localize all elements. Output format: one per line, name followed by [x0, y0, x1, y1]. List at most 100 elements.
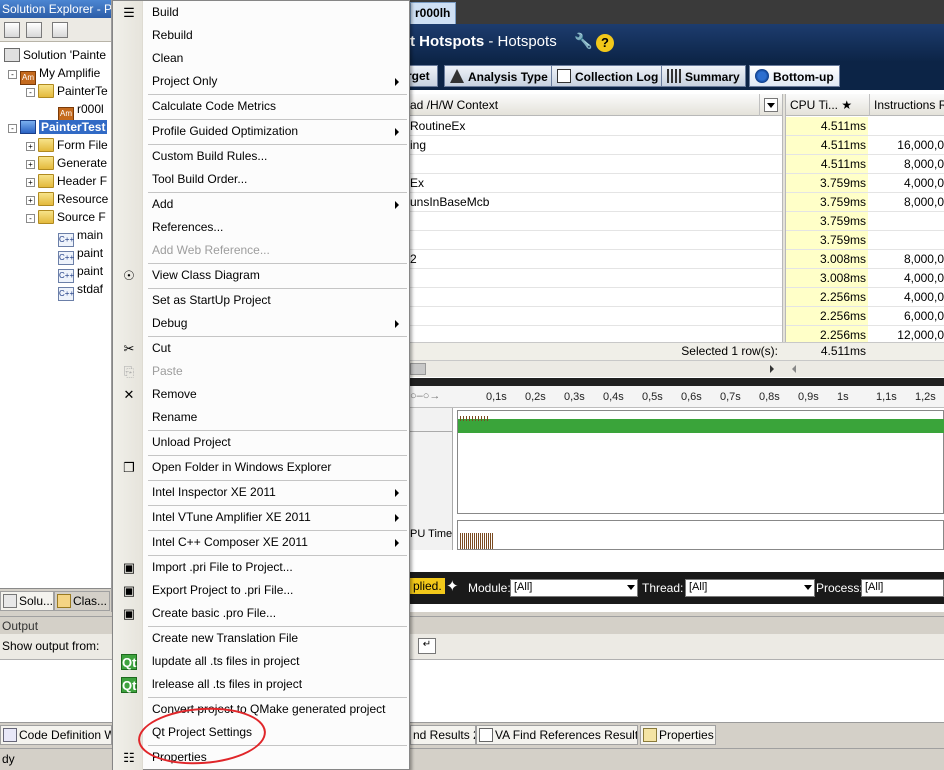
tree-item[interactable]: + Form File	[26, 136, 108, 154]
menu-item-import-pri-file-to-project[interactable]: ▣ Import .pri File to Project...	[113, 556, 409, 579]
grid-row[interactable]: 3.759ms	[410, 231, 944, 250]
tab-class-view[interactable]: Clas...	[54, 591, 110, 611]
tree-item[interactable]: C++ paint	[58, 244, 103, 265]
menu-item-build[interactable]: ☰ Build	[113, 1, 409, 24]
expand-icon[interactable]: +	[26, 160, 35, 169]
column-header-instructions[interactable]: Instructions R	[870, 94, 944, 116]
menu-item-export-project-to-pri-file[interactable]: ▣ Export Project to .pri File...	[113, 579, 409, 602]
grid-row[interactable]: 2.256ms 4,000,0	[410, 288, 944, 307]
expand-icon[interactable]: +	[26, 196, 35, 205]
tree-item[interactable]: - Am My Amplifie	[8, 64, 100, 85]
scrollbar-thumb[interactable]	[410, 363, 426, 375]
chevron-down-icon	[804, 585, 812, 590]
tree-item[interactable]: C++ paint	[58, 262, 103, 283]
tree-item[interactable]: Solution 'Painte	[4, 46, 106, 64]
collection-log-button[interactable]: Collection Log	[551, 65, 665, 87]
menu-item-references[interactable]: References...	[113, 216, 409, 239]
grid-row[interactable]: ing 4.511ms 16,000,0	[410, 136, 944, 155]
menu-item-create-basic-pro-file[interactable]: ▣ Create basic .pro File...	[113, 602, 409, 625]
zoom-controls-icon[interactable]: ○–○→	[410, 390, 440, 402]
menu-item-view-class-diagram[interactable]: ☉ View Class Diagram	[113, 264, 409, 287]
timeline-tick-label: 0,4s	[603, 391, 624, 403]
menu-item-label: Intel Inspector XE 2011	[152, 485, 276, 499]
menu-item-rebuild[interactable]: Rebuild	[113, 24, 409, 47]
grid-horizontal-scrollbar[interactable]	[410, 360, 944, 377]
menu-item-cut[interactable]: ✂ Cut	[113, 337, 409, 360]
folder-icon	[38, 210, 54, 224]
help-icon[interactable]: ?	[596, 34, 614, 52]
menu-item-add[interactable]: Add	[113, 193, 409, 216]
menu-item-set-as-startup-project[interactable]: Set as StartUp Project	[113, 289, 409, 312]
column-header-context[interactable]: ad /H/W Context	[410, 94, 760, 116]
tree-item-label: Header F	[57, 174, 108, 188]
tree-item[interactable]: Am r000l	[58, 100, 104, 121]
tree-item[interactable]: + Generate	[26, 154, 107, 172]
menu-item-clean[interactable]: Clean	[113, 47, 409, 70]
tree-item[interactable]: C++ stdaf	[58, 280, 103, 301]
wrench-icon[interactable]: 🔧	[574, 33, 593, 51]
scroll-left-arrow-icon[interactable]	[792, 365, 796, 373]
tree-item[interactable]: + Header F	[26, 172, 107, 190]
collapse-icon[interactable]: -	[8, 70, 17, 79]
filter-icon[interactable]: ✦	[446, 577, 459, 595]
grid-row[interactable]: unsInBaseMcb 3.759ms 8,000,0	[410, 193, 944, 212]
class-diagram-toolbar-icon[interactable]	[52, 22, 68, 38]
tab-code-definition[interactable]: Code Definition W	[0, 725, 112, 745]
folder-icon	[38, 138, 54, 152]
tree-item[interactable]: - PainterTest	[8, 118, 108, 136]
menu-item-rename[interactable]: Rename	[113, 406, 409, 429]
tree-item[interactable]: - PainterTe	[26, 82, 108, 100]
tree-item[interactable]: - Source F	[26, 208, 106, 226]
column-header-cpu-time[interactable]: CPU Ti... ★	[786, 94, 870, 116]
menu-item-project-only[interactable]: Project Only	[113, 70, 409, 93]
collapse-icon[interactable]: -	[26, 88, 35, 97]
menu-item-intel-c-composer-xe-2011[interactable]: Intel C++ Composer XE 2011	[113, 531, 409, 554]
collapse-icon[interactable]: -	[8, 124, 17, 133]
menu-item-open-folder-in-windows-explorer[interactable]: ❐ Open Folder in Windows Explorer	[113, 456, 409, 479]
tab-va-find-references[interactable]: VA Find References Results	[476, 725, 638, 745]
grid-row[interactable]: 3.759ms	[410, 212, 944, 231]
column-chooser-button[interactable]	[760, 94, 782, 116]
collapse-icon[interactable]: -	[26, 214, 35, 223]
scroll-right-arrow-icon[interactable]	[770, 365, 774, 373]
menu-item-calculate-code-metrics[interactable]: Calculate Code Metrics	[113, 95, 409, 118]
menu-item-lrelease-all-ts-files-in-project[interactable]: Qt lrelease all .ts files in project	[113, 673, 409, 696]
bottom-up-button[interactable]: Bottom-up	[749, 65, 840, 87]
module-select[interactable]: [All]	[510, 579, 638, 597]
menu-item-debug[interactable]: Debug	[113, 312, 409, 335]
grid-row[interactable]: 3.008ms 4,000,0	[410, 269, 944, 288]
grid-row[interactable]: 2 3.008ms 8,000,0	[410, 250, 944, 269]
grid-row[interactable]: RoutineEx 4.511ms	[410, 117, 944, 136]
process-select[interactable]: [All]	[861, 579, 944, 597]
target-button[interactable]: rget	[410, 65, 438, 87]
tree-item[interactable]: + Resource	[26, 190, 108, 208]
menu-item-profile-guided-optimization[interactable]: Profile Guided Optimization	[113, 120, 409, 143]
tab-properties[interactable]: Properties	[640, 725, 716, 745]
tree-item[interactable]: C++ main	[58, 226, 103, 247]
menu-item-custom-build-rules[interactable]: Custom Build Rules...	[113, 145, 409, 168]
properties-toolbar-icon[interactable]	[4, 22, 20, 38]
grid-row[interactable]: 2.256ms 6,000,0	[410, 307, 944, 326]
analysis-type-button[interactable]: Analysis Type	[444, 65, 554, 87]
menu-item-remove[interactable]: ✕ Remove	[113, 383, 409, 406]
menu-item-intel-vtune-amplifier-xe-2011[interactable]: Intel VTune Amplifier XE 2011	[113, 506, 409, 529]
menu-item-unload-project[interactable]: Unload Project	[113, 431, 409, 454]
expand-icon[interactable]: +	[26, 142, 35, 151]
thread-lane[interactable]	[457, 410, 944, 514]
menu-item-tool-build-order[interactable]: Tool Build Order...	[113, 168, 409, 191]
tab-find-results-2[interactable]: nd Results 2	[410, 725, 476, 745]
menu-item-intel-inspector-xe-2011[interactable]: Intel Inspector XE 2011	[113, 481, 409, 504]
word-wrap-icon[interactable]: ↵	[418, 638, 436, 654]
expand-icon[interactable]: +	[26, 178, 35, 187]
tab-solution-explorer[interactable]: Solu...	[0, 591, 54, 611]
grid-row[interactable]: 4.511ms 8,000,0	[410, 155, 944, 174]
cpu-time-lane[interactable]	[457, 520, 944, 550]
summary-button[interactable]: Summary	[661, 65, 746, 87]
menu-item-lupdate-all-ts-files-in-project[interactable]: Qt lupdate all .ts files in project	[113, 650, 409, 673]
grid-row[interactable]: Ex 3.759ms 4,000,0	[410, 174, 944, 193]
grid-splitter[interactable]	[782, 94, 786, 360]
thread-select[interactable]: [All]	[685, 579, 815, 597]
menu-item-create-new-translation-file[interactable]: Create new Translation File	[113, 627, 409, 650]
show-all-files-icon[interactable]	[26, 22, 42, 38]
tab-r000lh[interactable]: r000lh	[410, 2, 456, 24]
